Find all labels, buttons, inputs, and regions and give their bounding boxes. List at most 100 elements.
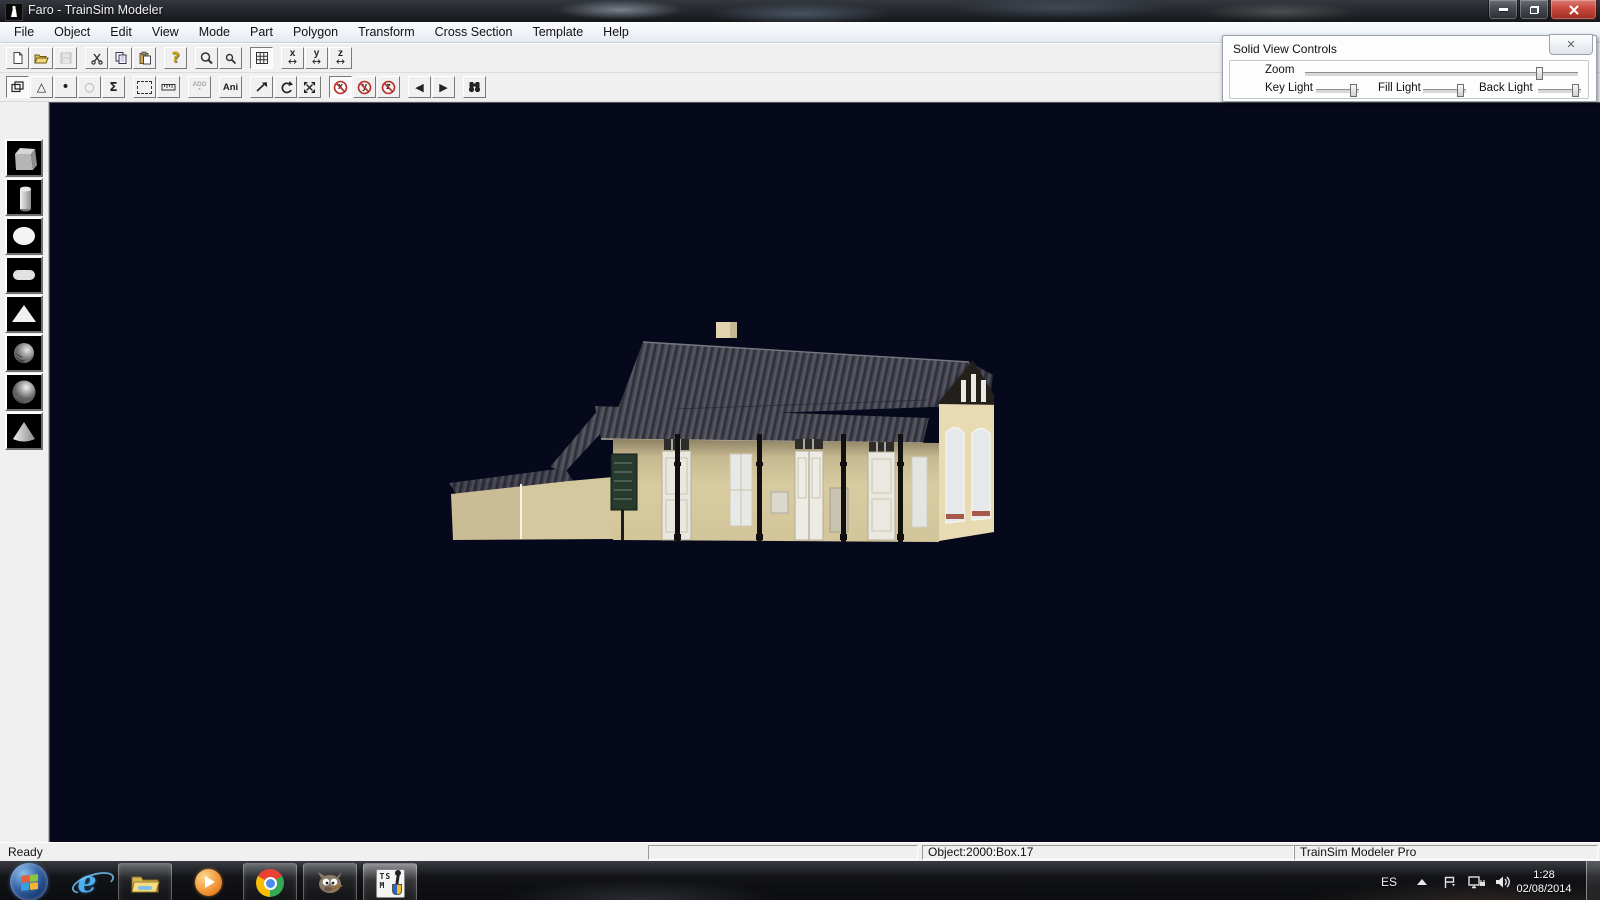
find-button[interactable] xyxy=(463,76,486,98)
model-viewport[interactable] xyxy=(49,102,1600,842)
tray-action-center[interactable] xyxy=(1436,861,1462,900)
menu-cross-section[interactable]: Cross Section xyxy=(425,23,523,41)
circle-tool-button[interactable]: ○ xyxy=(78,76,101,98)
box-wireframe-icon xyxy=(10,80,25,94)
folder-icon xyxy=(130,871,160,895)
open-file-button[interactable] xyxy=(30,47,53,69)
scale-tool-button[interactable] xyxy=(298,76,321,98)
grid-icon xyxy=(255,51,269,65)
fill-light-thumb[interactable] xyxy=(1457,84,1464,97)
move-tool-button[interactable] xyxy=(250,76,273,98)
menu-template[interactable]: Template xyxy=(522,23,593,41)
primitive-triangle-button[interactable] xyxy=(5,295,43,333)
new-file-button[interactable] xyxy=(6,47,29,69)
lock-z-button[interactable]: z xyxy=(377,76,400,98)
back-light-thumb[interactable] xyxy=(1572,84,1579,97)
zoom-out-button[interactable] xyxy=(219,47,242,69)
fill-light-label: Fill Light xyxy=(1378,82,1421,94)
taskbar-windows-explorer[interactable] xyxy=(118,863,172,900)
primitive-ellipse-button[interactable] xyxy=(5,217,43,255)
fill-light-slider[interactable] xyxy=(1423,89,1466,94)
measure-button[interactable] xyxy=(157,76,180,98)
no-y-icon xyxy=(357,80,372,95)
zoom-slider-label: Zoom xyxy=(1265,64,1294,76)
minimize-button[interactable] xyxy=(1488,0,1518,20)
next-button[interactable]: ▶ xyxy=(432,76,455,98)
start-button[interactable] xyxy=(8,861,50,900)
menu-file[interactable]: File xyxy=(4,23,44,41)
rotate-icon xyxy=(278,80,293,95)
magnifier-icon xyxy=(199,51,214,66)
panel-close-button[interactable]: ✕ xyxy=(1549,34,1593,55)
ellipse-icon xyxy=(7,219,41,253)
primitive-capsule-button[interactable] xyxy=(5,256,43,294)
taskbar-gimp[interactable] xyxy=(303,863,357,900)
menu-polygon[interactable]: Polygon xyxy=(283,23,348,41)
status-object-info: Object:2000:Box.17 xyxy=(922,845,1294,860)
save-button[interactable] xyxy=(54,47,77,69)
zoom-slider-thumb[interactable] xyxy=(1536,67,1543,80)
key-light-slider[interactable] xyxy=(1316,89,1359,94)
primitive-sphere-button[interactable] xyxy=(5,373,43,411)
tray-time: 1:28 xyxy=(1533,868,1554,882)
menu-edit[interactable]: Edit xyxy=(100,23,142,41)
menu-transform[interactable]: Transform xyxy=(348,23,425,41)
menu-mode[interactable]: Mode xyxy=(189,23,240,41)
grid-toggle-button[interactable] xyxy=(250,47,273,69)
point-tool-button[interactable]: • xyxy=(54,76,77,98)
cut-button[interactable] xyxy=(85,47,108,69)
sigma-tool-button[interactable]: Σ xyxy=(102,76,125,98)
no-z-icon xyxy=(381,80,396,95)
status-app-name: TrainSim Modeler Pro xyxy=(1294,845,1598,860)
back-light-label: Back Light xyxy=(1479,82,1533,94)
lock-y-button[interactable]: y xyxy=(353,76,376,98)
axis-y-button[interactable]: y↔ xyxy=(305,47,328,69)
flag-icon xyxy=(1441,874,1458,891)
tray-language[interactable]: ES xyxy=(1372,861,1406,900)
animation-button[interactable]: Ani xyxy=(219,76,242,98)
rotate-tool-button[interactable] xyxy=(274,76,297,98)
taskbar-chrome[interactable] xyxy=(243,863,297,900)
taskbar-internet-explorer[interactable]: e xyxy=(64,861,110,900)
help-button[interactable]: ? xyxy=(164,47,187,69)
menu-view[interactable]: View xyxy=(142,23,189,41)
box-tool-button[interactable] xyxy=(6,76,29,98)
show-desktop-button[interactable] xyxy=(1586,861,1600,900)
menu-part[interactable]: Part xyxy=(240,23,283,41)
lock-x-button[interactable]: x xyxy=(329,76,352,98)
close-button[interactable] xyxy=(1550,0,1597,20)
tray-date: 02/08/2014 xyxy=(1516,882,1571,896)
tray-clock[interactable]: 1:28 02/08/2014 xyxy=(1506,861,1582,900)
trainsim-modeler-window: Faro - TrainSim Modeler File Object Edit… xyxy=(0,0,1600,900)
primitive-wire-sphere-button[interactable] xyxy=(5,334,43,372)
axis-z-button[interactable]: z↔ xyxy=(329,47,352,69)
app-icon[interactable] xyxy=(5,3,23,21)
open-folder-icon xyxy=(34,51,49,65)
copy-button[interactable] xyxy=(109,47,132,69)
triangle-tool-button[interactable]: △ xyxy=(30,76,53,98)
taskbar-trainsim-modeler[interactable]: TS M xyxy=(363,863,417,900)
media-player-icon xyxy=(195,869,222,896)
add-part-button[interactable]: ADD▪ xyxy=(188,76,211,98)
primitive-cylinder-button[interactable] xyxy=(5,178,43,216)
taskbar-media-player[interactable] xyxy=(184,861,232,900)
key-light-thumb[interactable] xyxy=(1350,84,1357,97)
back-light-slider[interactable] xyxy=(1538,89,1581,94)
primitive-cube-button[interactable] xyxy=(5,139,43,177)
up-arrow-icon xyxy=(1417,879,1427,885)
select-rect-button[interactable] xyxy=(133,76,156,98)
zoom-in-button[interactable] xyxy=(195,47,218,69)
tray-show-hidden-icons[interactable] xyxy=(1410,861,1434,900)
no-x-icon xyxy=(333,80,348,95)
menu-help[interactable]: Help xyxy=(593,23,639,41)
menu-object[interactable]: Object xyxy=(44,23,100,41)
triangle-icon xyxy=(7,297,41,331)
zoom-slider[interactable] xyxy=(1305,72,1578,77)
solid-view-controls-panel: Solid View Controls ✕ Zoom Key Light Fil… xyxy=(1222,35,1597,102)
axis-x-button[interactable]: x↔ xyxy=(281,47,304,69)
primitive-cone-button[interactable] xyxy=(5,412,43,450)
paste-button[interactable] xyxy=(133,47,156,69)
restore-button[interactable] xyxy=(1519,0,1549,20)
prev-button[interactable]: ◀ xyxy=(408,76,431,98)
tray-network[interactable] xyxy=(1462,861,1490,900)
